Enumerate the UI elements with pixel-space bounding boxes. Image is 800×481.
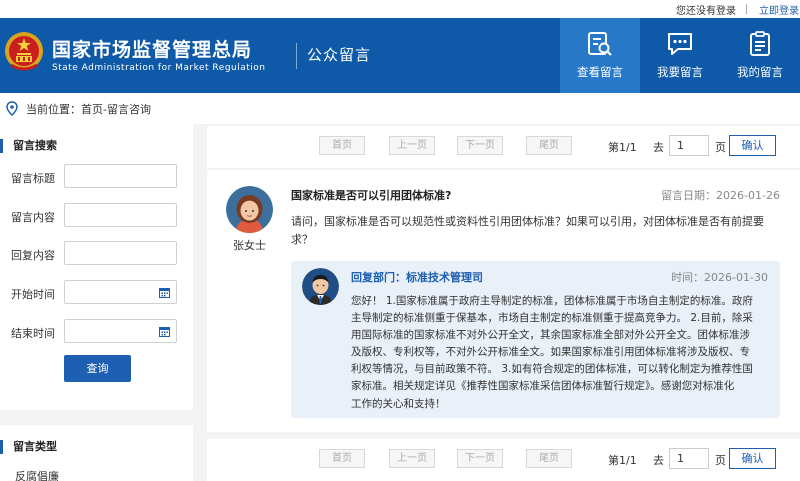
reply-line: 用国际标准的国家标准不对外公开全文，其余国家标准全部对外公开全文。团体标准涉 [351,329,750,342]
calendar-icon[interactable] [159,287,170,298]
field-label: 回复内容 [11,249,55,262]
message-content-input[interactable] [64,203,177,227]
national-emblem-icon [5,32,43,71]
page-confirm-button[interactable]: 确认 [729,448,776,469]
nav-my-messages[interactable]: 我的留言 [720,18,800,93]
nav-label: 查看留言 [577,65,623,79]
page-unit-label: 页 [715,454,726,467]
page-info: 第1/1 [608,454,637,467]
pagination-bottom: 首页 上一页 下一页 尾页 第1/1 去 1 页 确认 [207,439,800,481]
message-card: 张女士 国家标准是否可以引用团体标准? 留言日期：2026-01-26 请问，国… [207,170,800,432]
prev-page-button[interactable]: 上一页 [389,449,435,468]
header-divider [296,43,297,69]
breadcrumb-text: 当前位置：首页-留言咨询 [26,103,151,116]
message-body: 请问，国家标准是否可以规范性或资料性引用团体标准？如果可以引用，对团体标准是否有… [291,215,764,246]
prev-page-button[interactable]: 上一页 [389,136,435,155]
query-button[interactable]: 查询 [64,355,131,382]
message-type-heading: 留言类型 [0,440,57,454]
nav-label: 我要留言 [657,65,703,79]
pagination-top: 首页 上一页 下一页 尾页 第1/1 去 1 页 确认 [207,126,800,168]
site-subtitle: State Administration for Market Regulati… [52,63,266,73]
search-panel: 留言搜索 留言标题 留言内容 回复内容 开始时间 结束时间 查询 [0,124,193,410]
reply-line: 利权等情况，与目前政策不符。 3.如有符合规定的团体标准，可以转化制定为推荐性国 [351,363,753,376]
goto-label: 去 [653,141,664,154]
replier-avatar [302,268,339,305]
calendar-icon[interactable] [159,326,170,337]
reply-body: 您好！ 1.国家标准属于政府主导制定的标准，团体标准属于市场自主制定的标准。政府… [351,293,769,413]
reply-time: 时间：2026-01-30 [671,271,768,284]
nav-write-message[interactable]: 我要留言 [640,18,720,93]
message-type-panel: 留言类型 反腐倡廉 [0,425,193,481]
last-page-button[interactable]: 尾页 [526,449,572,468]
male-official-icon [302,268,339,305]
start-date-input[interactable] [64,280,177,304]
reply-box: 回复部门：标准技术管理司 时间：2026-01-30 您好！ 1.国家标准属于政… [291,261,780,418]
page-unit-label: 页 [715,141,726,154]
first-page-button[interactable]: 首页 [319,136,365,155]
location-pin-icon [6,101,18,116]
login-status: 您还没有登录 [676,6,736,17]
last-page-button[interactable]: 尾页 [526,136,572,155]
login-link[interactable]: 立即登录 [759,2,799,17]
site-header: 国家市场监督管理总局 State Administration for Mark… [0,18,800,93]
chat-bubble-icon [668,33,692,55]
clipboard-list-icon [750,31,770,56]
search-document-icon [588,32,612,56]
reply-line: 工作的关心和支持！ [351,397,446,410]
field-label: 开始时间 [11,288,55,301]
search-heading: 留言搜索 [0,139,57,153]
next-page-button[interactable]: 下一页 [457,449,503,468]
field-label: 留言内容 [11,211,55,224]
asker-avatar [226,186,273,233]
breadcrumb: 当前位置：首页-留言咨询 [0,93,800,124]
nav-label: 我的留言 [737,65,783,79]
reply-line: 及版权、专利权等，不对外公开标准全文。如果国家标准引用团体标准将涉及版权、专 [351,346,750,359]
page-number-input[interactable]: 1 [669,135,709,156]
next-page-button[interactable]: 下一页 [457,136,503,155]
nav-view-messages[interactable]: 查看留言 [560,18,640,93]
section-title: 公众留言 [307,46,372,64]
goto-label: 去 [653,454,664,467]
message-date: 留言日期：2026-01-26 [661,189,780,202]
top-bar: 您还没有登录 立即登录 [0,0,800,18]
reply-line: 您好！ 1.国家标准属于政府主导制定的标准，团体标准属于市场自主制定的标准。政府 [351,295,753,307]
field-label: 结束时间 [11,327,55,340]
page-confirm-button[interactable]: 确认 [729,135,776,156]
end-date-input[interactable] [64,319,177,343]
page-number-input[interactable]: 1 [669,448,709,469]
reply-line: 家标准。相关规定详见《推荐性国家标准采信团体标准暂行规定》。感谢您对标准化 [351,380,735,393]
field-label: 留言标题 [11,172,55,185]
page-info: 第1/1 [608,141,637,154]
reply-department: 回复部门：标准技术管理司 [351,271,483,284]
message-title[interactable]: 国家标准是否可以引用团体标准? [291,187,451,203]
first-page-button[interactable]: 首页 [319,449,365,468]
message-title-input[interactable] [64,164,177,188]
site-title[interactable]: 国家市场监督管理总局 [52,35,252,62]
female-user-icon [226,186,273,233]
asker-name: 张女士 [233,239,266,252]
reply-line: 主导制定的标准侧重于保基本，市场自主制定的标准侧重于提高竞争力。 2.目前，除采 [351,312,753,325]
top-bar-divider [746,4,747,14]
message-type-item[interactable]: 反腐倡廉 [15,468,59,481]
reply-content-input[interactable] [64,241,177,265]
